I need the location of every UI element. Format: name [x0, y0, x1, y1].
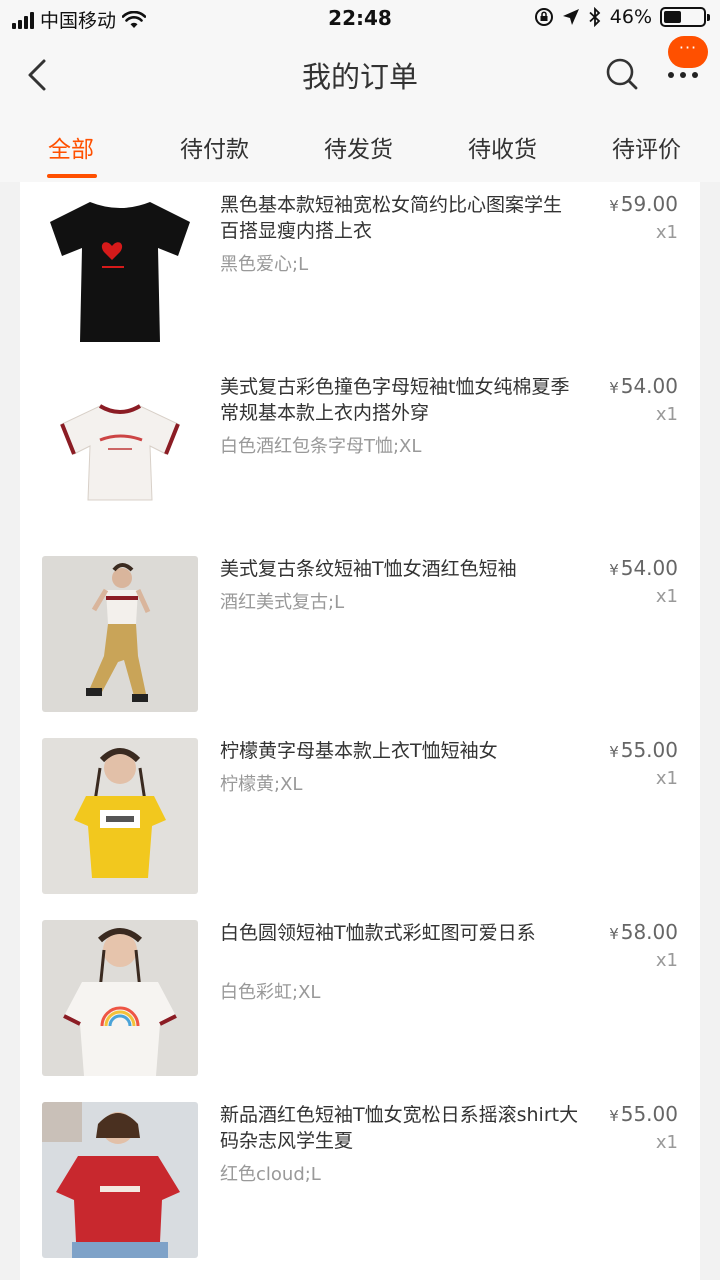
order-item[interactable]: 美式复古彩色撞色字母短袖t恤女纯棉夏季常规基本款上衣内搭外穿 白色酒红包条字母T…: [20, 366, 700, 548]
product-image[interactable]: [42, 556, 198, 712]
message-badge[interactable]: ···: [668, 36, 708, 68]
item-sku: 酒红美式复古;L: [220, 592, 345, 613]
order-panel: 黑色基本款短袖宽松女简约比心图案学生百搭显瘦内搭上衣 黑色爱心;L ¥59.00…: [20, 182, 700, 1280]
active-tab-indicator: [47, 174, 97, 178]
item-title[interactable]: 新品酒红色短袖T恤女宽松日系摇滚shirt大码杂志风学生夏: [220, 1102, 580, 1154]
tab-pending-shipment[interactable]: 待发货: [324, 130, 393, 164]
model-striped-tshirt-photo: [42, 556, 198, 712]
order-item[interactable]: 黑色基本款短袖宽松女简约比心图案学生百搭显瘦内搭上衣 黑色爱心;L ¥59.00…: [20, 184, 700, 366]
item-title[interactable]: 美式复古条纹短袖T恤女酒红色短袖: [220, 556, 580, 582]
battery-percent: 46%: [609, 6, 652, 28]
item-price: ¥54.00: [609, 374, 678, 398]
item-quantity: x1: [655, 404, 678, 425]
item-quantity: x1: [655, 950, 678, 971]
item-price: ¥55.00: [609, 1102, 678, 1126]
product-image[interactable]: [42, 920, 198, 1076]
nav-header: 我的订单 ···: [0, 36, 720, 112]
item-title[interactable]: 黑色基本款短袖宽松女简约比心图案学生百搭显瘦内搭上衣: [220, 192, 580, 244]
order-item[interactable]: 美式复古条纹短袖T恤女酒红色短袖 酒红美式复古;L ¥54.00 x1: [20, 548, 700, 730]
black-tshirt-heart-photo: [42, 192, 198, 348]
search-icon[interactable]: [604, 56, 640, 92]
model-red-clouds-tshirt-photo: [42, 1102, 198, 1258]
white-ringer-tshirt-photo: [42, 374, 198, 530]
currency-symbol: ¥: [609, 925, 619, 943]
status-right: 46%: [534, 6, 710, 28]
price-value: 55.00: [620, 738, 678, 762]
item-price: ¥58.00: [609, 920, 678, 944]
location-arrow-icon: [562, 9, 579, 25]
orientation-lock-icon: [534, 8, 553, 26]
item-sku: 柠檬黄;XL: [220, 774, 303, 795]
item-title[interactable]: 白色圆领短袖T恤款式彩虹图可爱日系: [220, 920, 580, 946]
item-quantity: x1: [655, 222, 678, 243]
price-value: 59.00: [620, 192, 678, 216]
model-rainbow-tshirt-photo: [42, 920, 198, 1076]
item-sku: 红色cloud;L: [220, 1164, 321, 1185]
item-quantity: x1: [655, 768, 678, 789]
order-item[interactable]: 白色圆领短袖T恤款式彩虹图可爱日系 白色彩虹;XL ¥58.00 x1: [20, 912, 700, 1094]
order-item[interactable]: 柠檬黄字母基本款上衣T恤短袖女 柠檬黄;XL ¥55.00 x1: [20, 730, 700, 912]
item-quantity: x1: [655, 1132, 678, 1153]
battery-level: [664, 11, 682, 23]
currency-symbol: ¥: [609, 197, 619, 215]
order-item[interactable]: 新品酒红色短袖T恤女宽松日系摇滚shirt大码杂志风学生夏 红色cloud;L …: [20, 1094, 700, 1276]
product-image[interactable]: [42, 192, 198, 348]
item-quantity: x1: [655, 586, 678, 607]
item-price: ¥59.00: [609, 192, 678, 216]
item-sku: 白色彩虹;XL: [220, 982, 321, 1003]
product-image[interactable]: [42, 1102, 198, 1258]
price-value: 55.00: [620, 1102, 678, 1126]
status-bar: 中国移动 22:48 46%: [0, 0, 720, 36]
item-title[interactable]: 美式复古彩色撞色字母短袖t恤女纯棉夏季常规基本款上衣内搭外穿: [220, 374, 580, 426]
bluetooth-icon: [589, 7, 601, 27]
price-value: 54.00: [620, 556, 678, 580]
order-tabs: 全部 待付款 待发货 待收货 待评价: [0, 112, 720, 182]
product-image[interactable]: [42, 738, 198, 894]
currency-symbol: ¥: [609, 743, 619, 761]
model-yellow-nice-tshirt-photo: [42, 738, 198, 894]
tab-pending-payment[interactable]: 待付款: [180, 130, 249, 164]
battery-icon: [660, 7, 710, 27]
item-title[interactable]: 柠檬黄字母基本款上衣T恤短袖女: [220, 738, 580, 764]
tab-pending-receipt[interactable]: 待收货: [468, 130, 537, 164]
item-sku: 白色酒红包条字母T恤;XL: [220, 436, 422, 457]
currency-symbol: ¥: [609, 1107, 619, 1125]
price-value: 54.00: [620, 374, 678, 398]
currency-symbol: ¥: [609, 561, 619, 579]
tab-pending-review[interactable]: 待评价: [612, 130, 681, 164]
item-sku: 黑色爱心;L: [220, 254, 309, 275]
tab-all[interactable]: 全部: [48, 130, 94, 164]
item-price: ¥55.00: [609, 738, 678, 762]
currency-symbol: ¥: [609, 379, 619, 397]
item-price: ¥54.00: [609, 556, 678, 580]
price-value: 58.00: [620, 920, 678, 944]
product-image[interactable]: [42, 374, 198, 530]
